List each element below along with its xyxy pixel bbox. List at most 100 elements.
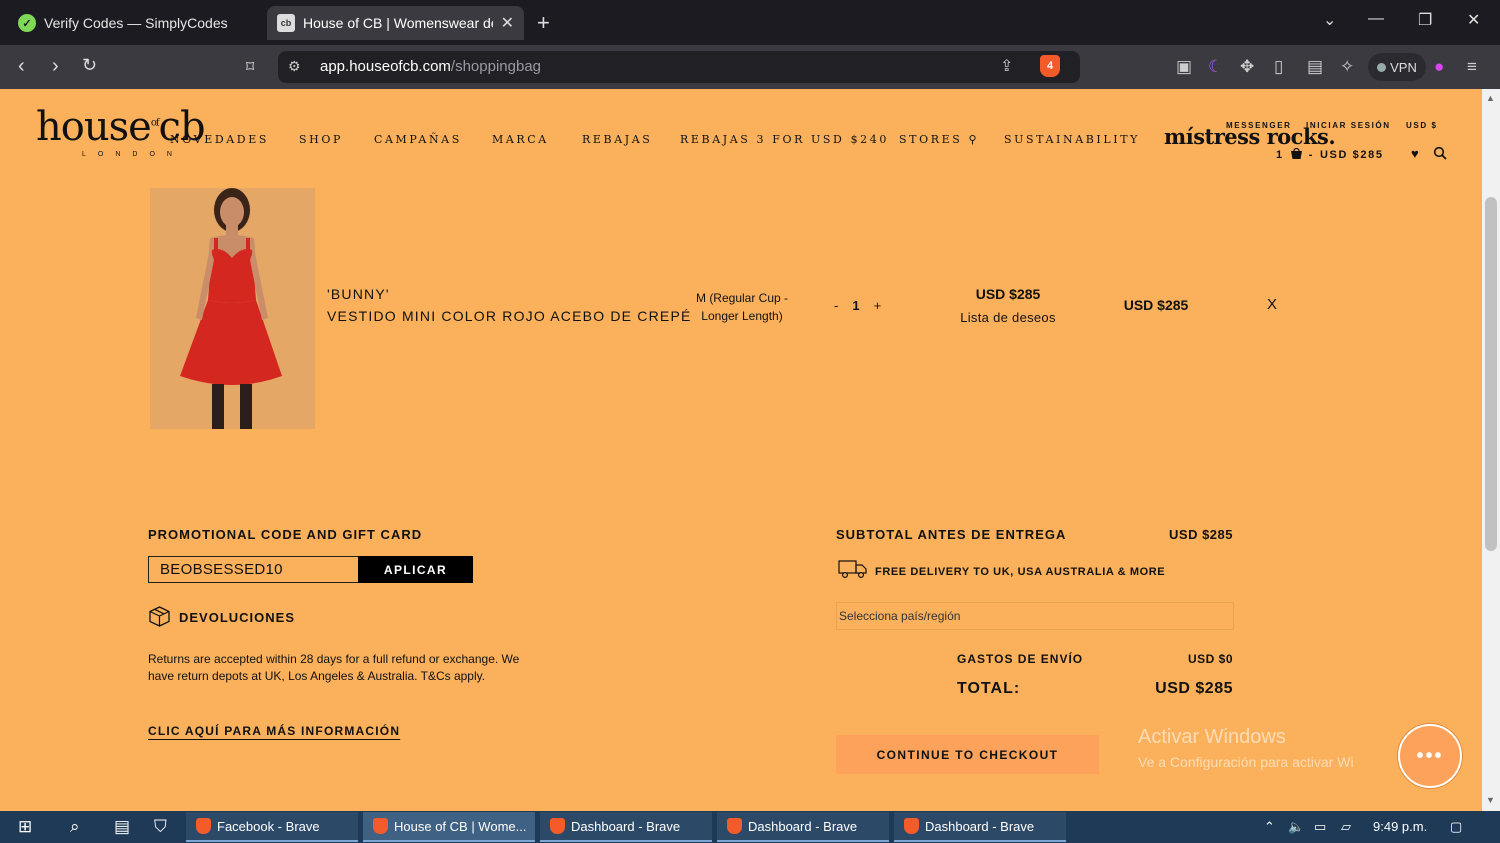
- volume-icon[interactable]: 🔈: [1288, 819, 1304, 835]
- more-info-link[interactable]: CLIC AQUÍ PARA MÁS INFORMACIÓN: [148, 724, 400, 738]
- tab-title: House of CB | Womenswear de: [303, 15, 493, 31]
- search-icon[interactable]: [1433, 146, 1447, 163]
- scroll-down-icon[interactable]: ▼: [1486, 795, 1495, 805]
- share-icon[interactable]: ⇪: [1000, 56, 1013, 76]
- sidebar-icon[interactable]: ▯: [1274, 57, 1283, 77]
- brave-icon: [196, 818, 211, 834]
- unit-price: USD $285: [975, 286, 1041, 302]
- taskbar-app-facebook[interactable]: Facebook - Brave: [186, 812, 358, 842]
- total-label: TOTAL:: [957, 680, 1021, 697]
- windows-activation-watermark: Activar Windows: [1138, 726, 1286, 748]
- windows-activation-hint: Ve a Configuración para activar Wi: [1138, 754, 1354, 770]
- nav-rebajas-3-for[interactable]: REBAJAS 3 FOR USD $240: [680, 133, 899, 146]
- security-shield-icon[interactable]: ⛉: [154, 817, 167, 837]
- vpn-status-icon: [1377, 62, 1387, 72]
- qty-increase-button[interactable]: +: [874, 298, 882, 313]
- product-name[interactable]: VESTIDO MINI COLOR ROJO ACEBO DE CREPÉ: [327, 308, 692, 324]
- taskbar-app-dashboard-1[interactable]: Dashboard - Brave: [540, 812, 712, 842]
- total-value: USD $285: [1155, 680, 1233, 697]
- back-icon[interactable]: ‹: [18, 55, 25, 78]
- minimize-icon[interactable]: —: [1368, 10, 1384, 28]
- qty-value: 1: [852, 298, 860, 313]
- extensions-puzzle-icon[interactable]: ✥: [1240, 57, 1254, 77]
- nav-shop[interactable]: SHOP: [299, 133, 374, 146]
- qty-decrease-button[interactable]: -: [834, 298, 838, 313]
- apply-promo-button[interactable]: APLICAR: [358, 556, 473, 583]
- forward-icon[interactable]: ›: [52, 55, 59, 78]
- shipping-value: USD $0: [1187, 652, 1233, 666]
- subtotal-label: SUBTOTAL ANTES DE ENTREGA: [836, 527, 1067, 542]
- nav-sustainability[interactable]: SUSTAINABILITY: [1004, 133, 1140, 146]
- scrollbar-thumb[interactable]: [1485, 197, 1497, 551]
- search-icon[interactable]: ⌕: [70, 817, 80, 837]
- notifications-icon[interactable]: ▢: [1450, 819, 1462, 835]
- profile-icon[interactable]: ●: [1434, 57, 1444, 77]
- brave-icon: [550, 818, 565, 834]
- clock[interactable]: 9:49 p.m.: [1373, 819, 1427, 834]
- new-tab-button[interactable]: +: [537, 10, 550, 36]
- night-mode-icon[interactable]: ☾: [1208, 57, 1223, 77]
- wishlist-heart-icon[interactable]: ♥: [1411, 146, 1419, 161]
- currency-selector[interactable]: USD $: [1406, 121, 1438, 130]
- checkout-button[interactable]: CONTINUE TO CHECKOUT: [836, 735, 1099, 774]
- nav-campanas[interactable]: CAMPAÑAS: [374, 133, 492, 146]
- quantity-stepper: - 1 +: [834, 298, 881, 313]
- task-view-icon[interactable]: ⊞: [18, 817, 32, 837]
- taskbar-app-dashboard-2[interactable]: Dashboard - Brave: [717, 812, 889, 842]
- taskbar-app-houseofcb[interactable]: House of CB | Wome...: [363, 812, 535, 842]
- windows-taskbar: ⊞ ⌕ ▤ ⛉ Facebook - Brave House of CB | W…: [0, 811, 1500, 843]
- product-image[interactable]: [150, 188, 315, 429]
- shipping-label: GASTOS DE ENVÍO: [957, 652, 1084, 666]
- brave-shields-icon[interactable]: 4: [1040, 55, 1060, 77]
- wallet-icon[interactable]: ▤: [1307, 57, 1323, 77]
- returns-title: DEVOLUCIONES: [179, 610, 296, 625]
- browser-tab-bar: ✓ Verify Codes — SimplyCodes cb House of…: [0, 0, 1500, 45]
- brave-icon: [904, 818, 919, 834]
- remove-item-button[interactable]: X: [1267, 296, 1277, 313]
- simplycodes-icon: ✓: [18, 14, 36, 32]
- menu-icon[interactable]: ≡: [1467, 57, 1477, 77]
- tab-list-chevron-icon[interactable]: ⌄: [1323, 10, 1336, 30]
- product-brand[interactable]: 'BUNNY': [327, 286, 390, 302]
- returns-text: Returns are accepted within 28 days for …: [148, 652, 520, 683]
- restore-icon[interactable]: ❐: [1418, 10, 1432, 30]
- messenger-link[interactable]: MESSENGER: [1226, 121, 1292, 130]
- nav-rebajas[interactable]: REBAJAS: [582, 133, 680, 146]
- shopping-bag-icon: [1290, 147, 1303, 162]
- chat-bubble-button[interactable]: •••: [1398, 724, 1462, 788]
- logo-subtitle: LONDON: [82, 151, 184, 158]
- shopping-bag-summary[interactable]: 1 - USD $285: [1276, 147, 1384, 162]
- tray-chevron-icon[interactable]: ⌃: [1264, 819, 1275, 835]
- battery-icon[interactable]: ▱: [1341, 819, 1351, 835]
- extension-icon[interactable]: ▣: [1176, 57, 1192, 77]
- page-scrollbar[interactable]: ▲ ▼: [1482, 89, 1500, 811]
- network-icon[interactable]: ▭: [1314, 819, 1326, 835]
- move-to-wishlist-link[interactable]: Lista de deseos: [952, 310, 1064, 325]
- country-select[interactable]: Selecciona país/región: [836, 602, 1234, 630]
- nav-stores[interactable]: STORES ⚲: [899, 133, 1004, 146]
- bookmark-icon[interactable]: ⌑: [246, 57, 254, 77]
- tab-simplycodes[interactable]: ✓ Verify Codes — SimplyCodes: [8, 6, 263, 40]
- close-tab-icon[interactable]: ✕: [501, 13, 514, 33]
- login-link[interactable]: INICIAR SESIÓN: [1306, 121, 1391, 130]
- main-navigation: NOVEDADES SHOP CAMPAÑAS MARCA REBAJAS RE…: [170, 133, 1140, 146]
- bag-count: 1: [1276, 148, 1284, 161]
- tab-houseofcb[interactable]: cb House of CB | Womenswear de ✕: [267, 6, 524, 40]
- address-bar[interactable]: ⚙ app.houseofcb.com/shoppingbag ⇪ 4: [278, 51, 1080, 83]
- nav-marca[interactable]: MARCA: [492, 133, 582, 146]
- leo-ai-icon[interactable]: ✧: [1340, 57, 1354, 77]
- file-explorer-icon[interactable]: ▤: [114, 817, 130, 837]
- free-delivery-text: FREE DELIVERY TO UK, USA AUSTRALIA & MOR…: [875, 566, 1166, 578]
- browser-toolbar: ‹ › ↻ ⌑ ⚙ app.houseofcb.com/shoppingbag …: [0, 45, 1500, 89]
- close-window-icon[interactable]: ✕: [1467, 10, 1480, 30]
- site-settings-icon[interactable]: ⚙: [288, 58, 301, 75]
- reload-icon[interactable]: ↻: [82, 55, 97, 76]
- brave-icon: [373, 818, 388, 834]
- nav-novedades[interactable]: NOVEDADES: [170, 133, 299, 146]
- vpn-button[interactable]: VPN: [1368, 53, 1426, 81]
- product-size: M (Regular Cup - Longer Length): [695, 291, 789, 323]
- promo-code-input[interactable]: [148, 556, 359, 583]
- scroll-up-icon[interactable]: ▲: [1486, 93, 1495, 103]
- subtotal-value: USD $285: [1169, 527, 1233, 542]
- taskbar-app-dashboard-3[interactable]: Dashboard - Brave: [894, 812, 1066, 842]
